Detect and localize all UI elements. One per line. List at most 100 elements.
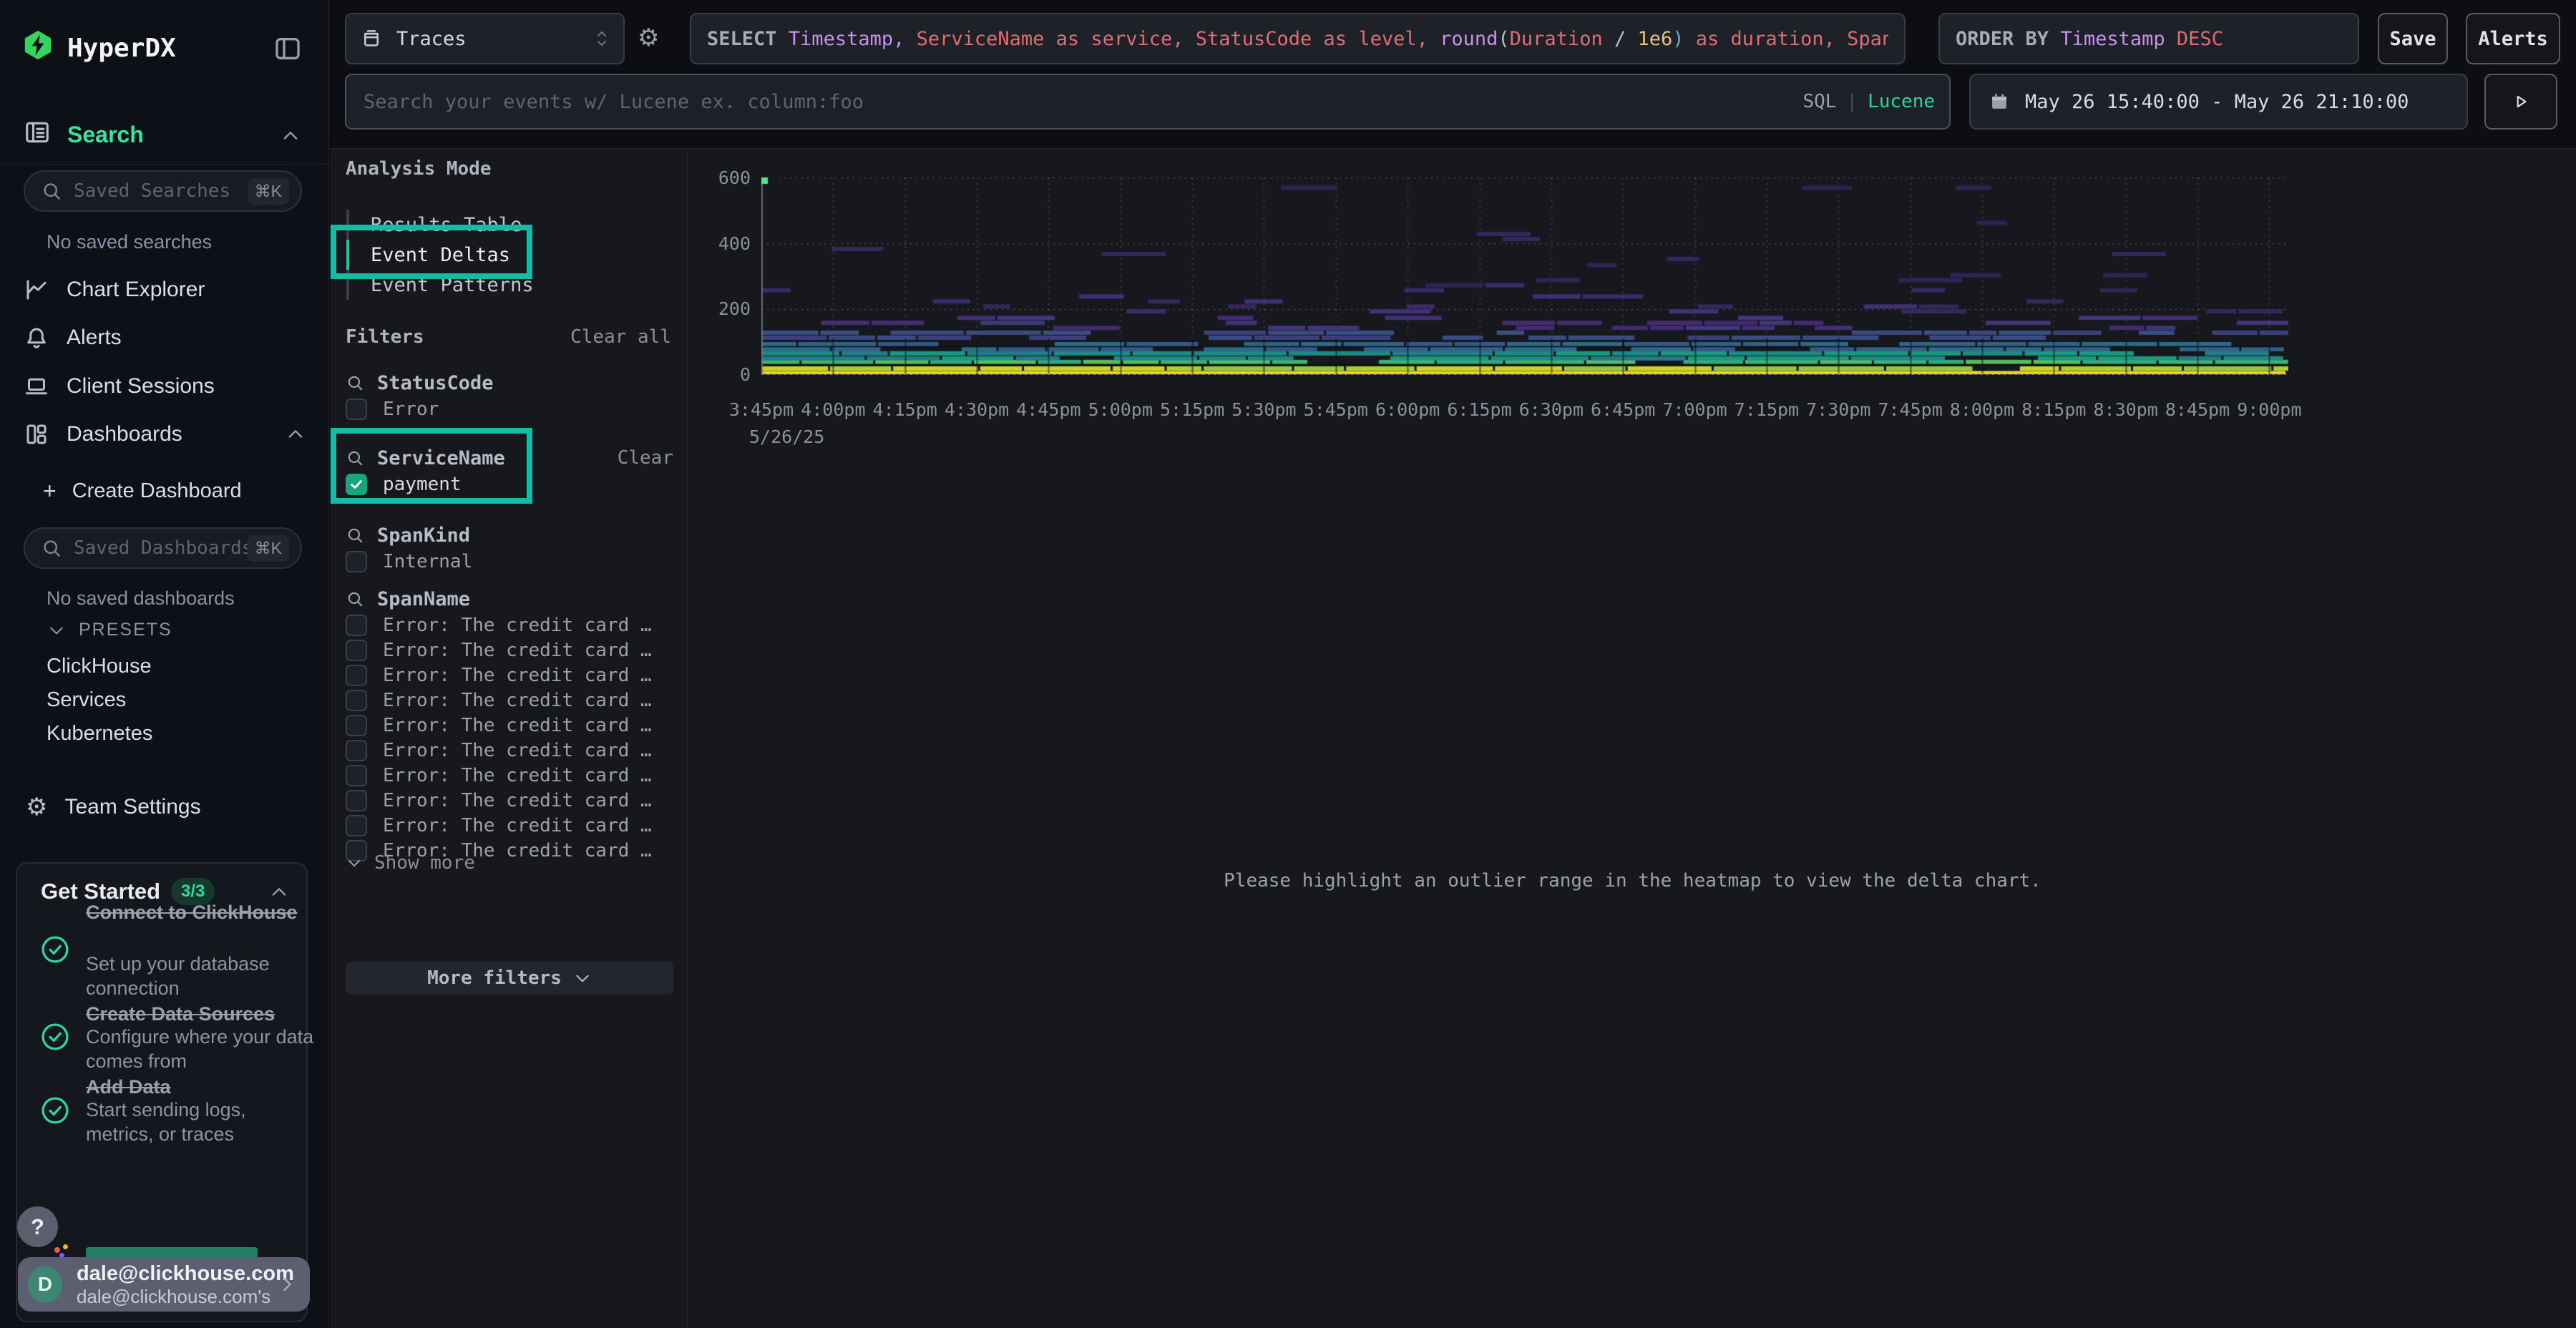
x-tick-label: 4:15pm bbox=[873, 399, 937, 420]
calendar-icon bbox=[1989, 92, 2009, 112]
checkbox-unchecked[interactable] bbox=[346, 740, 367, 761]
checkbox-unchecked[interactable] bbox=[346, 790, 367, 811]
presets-toggle[interactable]: PRESETS bbox=[47, 620, 172, 640]
mode-rail-active bbox=[346, 240, 349, 270]
mode-event-patterns[interactable]: Event Patterns bbox=[346, 270, 661, 300]
alerts-button[interactable]: Alerts bbox=[2466, 13, 2560, 64]
filter-option-label: Error: The credit card … bbox=[383, 615, 652, 636]
chevron-up-icon bbox=[280, 126, 301, 146]
checkbox-unchecked[interactable] bbox=[346, 640, 367, 661]
checkbox-unchecked[interactable] bbox=[346, 665, 367, 686]
sql-select-editor[interactable]: SELECT Timestamp, ServiceName as service… bbox=[690, 13, 1906, 64]
sidebar-collapse-icon[interactable] bbox=[273, 34, 302, 67]
filter-option-label: Error: The credit card … bbox=[383, 815, 652, 836]
source-select[interactable]: Traces bbox=[345, 13, 625, 64]
filter-group-name[interactable]: ServiceName bbox=[377, 447, 505, 469]
filter-option[interactable]: Internal bbox=[346, 549, 673, 574]
dashboards-icon bbox=[24, 421, 49, 447]
preset-clickhouse[interactable]: ClickHouse bbox=[47, 655, 152, 678]
filter-group-name[interactable]: StatusCode bbox=[377, 372, 494, 394]
filter-option[interactable]: Error: The credit card … bbox=[346, 663, 673, 688]
code-token: 1e6 bbox=[1637, 28, 1672, 50]
filter-option[interactable]: Error: The credit card … bbox=[346, 688, 673, 713]
preset-kubernetes[interactable]: Kubernetes bbox=[47, 722, 152, 746]
checkbox-unchecked[interactable] bbox=[346, 765, 367, 786]
x-tick-label: 6:45pm bbox=[1591, 399, 1655, 420]
checkbox-unchecked[interactable] bbox=[346, 399, 367, 420]
more-filters-button[interactable]: More filters bbox=[346, 962, 673, 995]
run-query-button[interactable] bbox=[2484, 74, 2557, 130]
mode-results-table[interactable]: Results Table bbox=[346, 210, 661, 240]
chevron-down-icon bbox=[346, 854, 363, 872]
filter-option-label: Error: The credit card … bbox=[383, 665, 652, 686]
time-range-picker[interactable]: May 26 15:40:00 - May 26 21:10:00 bbox=[1969, 74, 2468, 130]
filter-group-statuscode: StatusCodeError bbox=[346, 369, 673, 421]
source-settings-gear-icon[interactable]: ⚙︎ bbox=[638, 26, 659, 50]
checkbox-unchecked[interactable] bbox=[346, 815, 367, 836]
search-section-header[interactable]: Search bbox=[0, 107, 329, 165]
x-tick-label: 3:45pm bbox=[729, 399, 794, 420]
save-button[interactable]: Save bbox=[2378, 13, 2448, 64]
saved-dashboards-search[interactable]: ⌘K bbox=[24, 527, 302, 569]
clear-all-link[interactable]: Clear all bbox=[570, 326, 671, 348]
sidebar-item-chart-explorer[interactable]: Chart Explorer bbox=[24, 275, 205, 304]
checkbox-unchecked[interactable] bbox=[346, 551, 367, 572]
mode-event-deltas[interactable]: Event Deltas bbox=[346, 240, 661, 270]
create-dashboard-button[interactable]: + Create Dashboard bbox=[43, 477, 242, 505]
sidebar-item-client-sessions[interactable]: Client Sessions bbox=[24, 372, 215, 401]
preset-services[interactable]: Services bbox=[47, 688, 126, 712]
help-button[interactable]: ? bbox=[17, 1206, 58, 1247]
x-tick-label: 7:15pm bbox=[1735, 399, 1799, 420]
sidebar-item-team-settings[interactable]: ⚙︎ Team Settings bbox=[26, 793, 201, 821]
get-started-step-title[interactable]: Connect to ClickHouse bbox=[86, 900, 308, 924]
topbar: Traces ⚙︎ SELECT Timestamp, ServiceName … bbox=[330, 0, 2576, 148]
search-icon bbox=[346, 526, 364, 545]
user-menu[interactable]: D dale@clickhouse.com dale@clickhouse.co… bbox=[18, 1257, 310, 1312]
chevron-down-icon bbox=[573, 969, 592, 987]
x-tick-label: 6:30pm bbox=[1519, 399, 1584, 420]
filter-clear-link[interactable]: Clear bbox=[618, 447, 673, 469]
filter-group-name[interactable]: SpanName bbox=[377, 588, 470, 610]
checkbox-unchecked[interactable] bbox=[346, 715, 367, 736]
checkbox-unchecked[interactable] bbox=[346, 615, 367, 636]
get-started-step-title[interactable]: Create Data Sources bbox=[86, 1002, 329, 1026]
filter-option[interactable]: Error: The credit card … bbox=[346, 713, 673, 738]
shortcut-badge: ⌘K bbox=[248, 178, 289, 205]
completed-check-icon bbox=[39, 1095, 71, 1126]
event-search-input[interactable] bbox=[364, 91, 1802, 113]
get-started-step-title[interactable]: Add Data bbox=[86, 1075, 329, 1099]
checkbox-unchecked[interactable] bbox=[346, 690, 367, 711]
event-search-bar[interactable]: SQL | Lucene bbox=[345, 74, 1951, 130]
saved-searches-input[interactable] bbox=[74, 180, 248, 202]
select-updown-icon bbox=[593, 28, 610, 49]
x-tick-label: 5:00pm bbox=[1088, 399, 1153, 420]
x-tick-label: 6:15pm bbox=[1447, 399, 1511, 420]
filter-option[interactable]: Error: The credit card … bbox=[346, 612, 673, 638]
x-tick-label: 5:15pm bbox=[1160, 399, 1224, 420]
code-token: Duration bbox=[1510, 28, 1603, 50]
get-started-step-desc: Start sending logs, metrics, or traces bbox=[86, 1098, 308, 1146]
mode-sql-toggle[interactable]: SQL bbox=[1802, 91, 1836, 112]
checkbox-checked[interactable] bbox=[346, 474, 367, 495]
filter-option[interactable]: payment bbox=[346, 472, 673, 497]
filter-option[interactable]: Error: The credit card … bbox=[346, 763, 673, 788]
saved-dashboards-input[interactable] bbox=[74, 537, 248, 559]
sidebar-item-dashboards[interactable]: Dashboards bbox=[24, 420, 306, 449]
analysis-mode-list: Results Table Event Deltas Event Pattern… bbox=[346, 210, 661, 300]
no-saved-searches-note: No saved searches bbox=[47, 231, 212, 253]
filter-option[interactable]: Error: The credit card … bbox=[346, 813, 673, 838]
order-by-editor[interactable]: ORDER BY Timestamp DESC bbox=[1938, 13, 2359, 64]
filter-option[interactable]: Error bbox=[346, 396, 673, 421]
x-tick-label: 7:30pm bbox=[1806, 399, 1870, 420]
filter-group-name[interactable]: SpanKind bbox=[377, 524, 470, 547]
filter-option[interactable]: Error: The credit card … bbox=[346, 788, 673, 813]
saved-searches-search[interactable]: ⌘K bbox=[24, 170, 302, 212]
show-more-link[interactable]: Show more bbox=[346, 852, 475, 874]
chevron-up-icon[interactable] bbox=[269, 882, 289, 902]
code-token: Timestamp, bbox=[789, 28, 917, 50]
mode-lucene-toggle[interactable]: Lucene bbox=[1868, 91, 1935, 112]
sidebar-item-alerts[interactable]: Alerts bbox=[24, 323, 122, 352]
duration-heatmap-canvas[interactable] bbox=[761, 177, 2288, 375]
filter-option[interactable]: Error: The credit card … bbox=[346, 738, 673, 763]
filter-option[interactable]: Error: The credit card … bbox=[346, 638, 673, 663]
